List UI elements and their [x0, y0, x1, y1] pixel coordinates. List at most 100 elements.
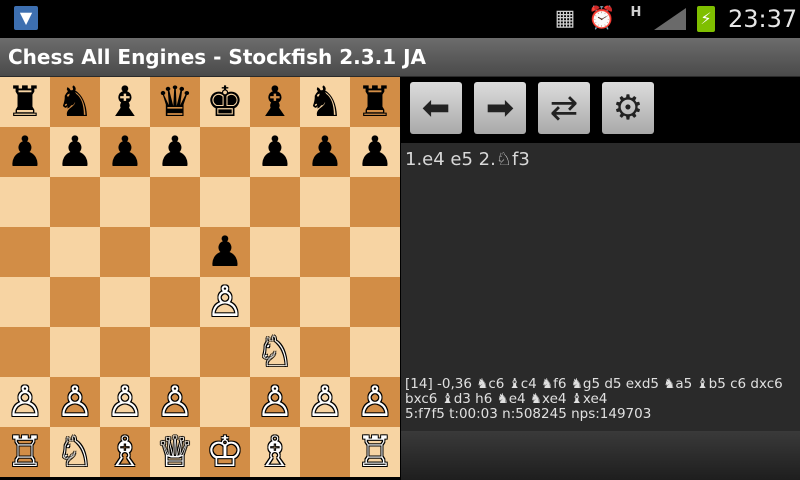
- board-square[interactable]: [300, 327, 350, 377]
- board-square[interactable]: ♔: [200, 427, 250, 477]
- board-square[interactable]: ♘: [250, 327, 300, 377]
- chess-piece[interactable]: ♙: [356, 377, 394, 427]
- forward-button[interactable]: ➡: [474, 82, 526, 134]
- chess-piece[interactable]: ♟: [156, 127, 194, 177]
- board-square[interactable]: ♟: [100, 127, 150, 177]
- board-square[interactable]: ♚: [200, 77, 250, 127]
- board-square[interactable]: ♙: [0, 377, 50, 427]
- chess-piece[interactable]: ♘: [256, 327, 294, 377]
- board-square[interactable]: ♛: [150, 77, 200, 127]
- chess-piece[interactable]: ♖: [6, 427, 44, 477]
- board-square[interactable]: ♘: [50, 427, 100, 477]
- chess-piece[interactable]: ♙: [306, 377, 344, 427]
- board-square[interactable]: ♖: [0, 427, 50, 477]
- chess-piece[interactable]: ♝: [106, 77, 144, 127]
- chess-piece[interactable]: ♟: [356, 127, 394, 177]
- board-square[interactable]: [0, 327, 50, 377]
- board-square[interactable]: ♟: [200, 227, 250, 277]
- board-square[interactable]: ♗: [250, 427, 300, 477]
- board-square[interactable]: ♕: [150, 427, 200, 477]
- chess-piece[interactable]: ♞: [306, 77, 344, 127]
- board-square[interactable]: [350, 227, 400, 277]
- chess-piece[interactable]: ♟: [206, 227, 244, 277]
- board-square[interactable]: [350, 277, 400, 327]
- back-button[interactable]: ⬅: [410, 82, 462, 134]
- board-square[interactable]: [250, 277, 300, 327]
- move-list[interactable]: 1.e4 e5 2.♘f3: [405, 149, 795, 179]
- board-square[interactable]: ♟: [300, 127, 350, 177]
- chess-piece[interactable]: ♗: [106, 427, 144, 477]
- board-square[interactable]: [100, 327, 150, 377]
- board-square[interactable]: ♙: [200, 277, 250, 327]
- board-square[interactable]: ♞: [300, 77, 350, 127]
- chess-piece[interactable]: ♖: [356, 427, 394, 477]
- board-square[interactable]: [0, 277, 50, 327]
- board-square[interactable]: [350, 327, 400, 377]
- board-square[interactable]: ♟: [350, 127, 400, 177]
- chess-piece[interactable]: ♟: [256, 127, 294, 177]
- board-square[interactable]: [200, 127, 250, 177]
- board-square[interactable]: [350, 177, 400, 227]
- chess-piece[interactable]: ♙: [106, 377, 144, 427]
- chess-piece[interactable]: ♟: [56, 127, 94, 177]
- board-square[interactable]: [250, 227, 300, 277]
- chess-piece[interactable]: ♟: [106, 127, 144, 177]
- flip-board-button[interactable]: ⇄: [538, 82, 590, 134]
- board-square[interactable]: [250, 177, 300, 227]
- chess-piece[interactable]: ♙: [156, 377, 194, 427]
- board-square[interactable]: [200, 327, 250, 377]
- board-square[interactable]: ♝: [100, 77, 150, 127]
- chess-piece[interactable]: ♚: [206, 77, 244, 127]
- chess-piece[interactable]: ♜: [6, 77, 44, 127]
- chess-piece[interactable]: ♜: [356, 77, 394, 127]
- board-square[interactable]: ♞: [50, 77, 100, 127]
- board-square[interactable]: ♟: [250, 127, 300, 177]
- board-square[interactable]: ♜: [0, 77, 50, 127]
- chess-piece[interactable]: ♟: [306, 127, 344, 177]
- board-square[interactable]: [0, 177, 50, 227]
- board-square[interactable]: [300, 427, 350, 477]
- chess-piece[interactable]: ♞: [56, 77, 94, 127]
- board-square[interactable]: [100, 227, 150, 277]
- chess-piece[interactable]: ♝: [256, 77, 294, 127]
- chess-piece[interactable]: ♔: [206, 427, 244, 477]
- board-square[interactable]: [100, 277, 150, 327]
- chess-piece[interactable]: ♟: [6, 127, 44, 177]
- board-square[interactable]: ♝: [250, 77, 300, 127]
- board-square[interactable]: [150, 177, 200, 227]
- settings-button[interactable]: ⚙: [602, 82, 654, 134]
- board-square[interactable]: ♙: [300, 377, 350, 427]
- board-square[interactable]: ♗: [100, 427, 150, 477]
- board-square[interactable]: ♙: [100, 377, 150, 427]
- board-square[interactable]: ♙: [250, 377, 300, 427]
- chess-piece[interactable]: ♕: [156, 427, 194, 477]
- board-square[interactable]: ♟: [50, 127, 100, 177]
- chess-piece[interactable]: ♙: [206, 277, 244, 327]
- board-square[interactable]: ♖: [350, 427, 400, 477]
- board-square[interactable]: [50, 227, 100, 277]
- chess-piece[interactable]: ♛: [156, 77, 194, 127]
- board-square[interactable]: [200, 377, 250, 427]
- board-square[interactable]: [50, 277, 100, 327]
- board-square[interactable]: [100, 177, 150, 227]
- board-square[interactable]: [50, 327, 100, 377]
- board-square[interactable]: ♙: [50, 377, 100, 427]
- chess-piece[interactable]: ♗: [256, 427, 294, 477]
- board-square[interactable]: [300, 177, 350, 227]
- chess-piece[interactable]: ♙: [56, 377, 94, 427]
- board-square[interactable]: [150, 277, 200, 327]
- chess-piece[interactable]: ♙: [256, 377, 294, 427]
- chess-board[interactable]: ♜ ♞ ♝ ♛ ♚ ♝ ♞ ♜ ♟ ♟ ♟ ♟ ♟ ♟ ♟ ♟ ♙ ♘ ♙ ♙ ♙ ♙ ♙ ♙ ♙ ♖ ♘ ♗ ♕ ♔ ♗ ♖: [0, 77, 400, 477]
- board-square[interactable]: ♟: [150, 127, 200, 177]
- board-square[interactable]: [300, 227, 350, 277]
- board-square[interactable]: [200, 177, 250, 227]
- board-square[interactable]: [150, 327, 200, 377]
- board-square[interactable]: [0, 227, 50, 277]
- chess-piece[interactable]: ♘: [56, 427, 94, 477]
- board-square[interactable]: ♟: [0, 127, 50, 177]
- board-square[interactable]: ♙: [150, 377, 200, 427]
- chess-piece[interactable]: ♙: [6, 377, 44, 427]
- board-square[interactable]: [50, 177, 100, 227]
- board-square[interactable]: ♜: [350, 77, 400, 127]
- board-square[interactable]: ♙: [350, 377, 400, 427]
